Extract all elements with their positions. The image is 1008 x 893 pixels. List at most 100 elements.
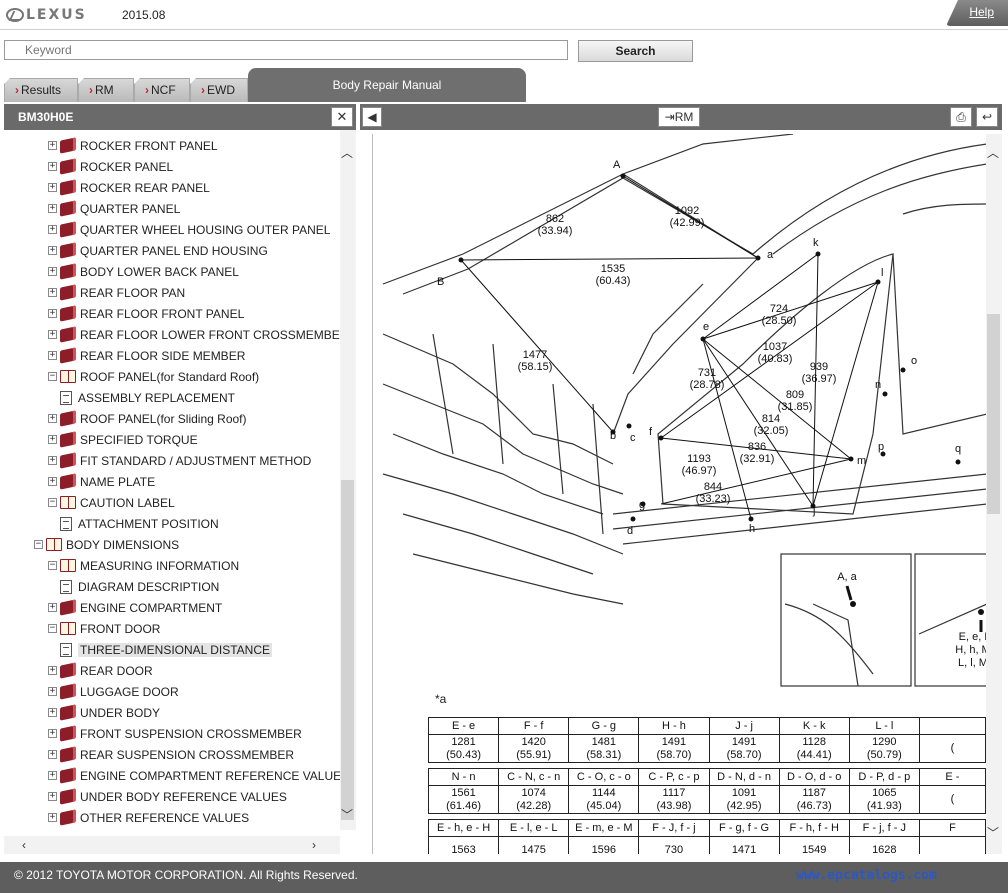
tab-label: Results (21, 83, 62, 97)
tree-item[interactable]: + ROCKER REAR PANEL (48, 177, 210, 198)
tree-horizontal-scrollbar[interactable] (4, 836, 340, 854)
tree-item[interactable]: + QUARTER PANEL (48, 198, 180, 219)
expand-icon[interactable]: + (48, 330, 57, 339)
tree-item[interactable]: + QUARTER WHEEL HOUSING OUTER PANEL (48, 219, 330, 240)
scroll-up-icon[interactable]: ︿ (341, 144, 353, 161)
scroll-down-icon[interactable]: ﹀ (987, 824, 999, 841)
expand-icon[interactable]: + (48, 477, 57, 486)
expand-icon[interactable]: + (48, 351, 57, 360)
table-header-cell: E - h, e - H (427, 819, 500, 837)
keyword-input[interactable] (4, 40, 568, 60)
tree-item[interactable]: + ROOF PANEL(for Sliding Roof) (48, 408, 247, 429)
scrollbar-thumb[interactable] (341, 480, 354, 820)
tree-item[interactable]: + REAR FLOOR SIDE MEMBER (48, 345, 245, 366)
tree-item[interactable]: + ENGINE COMPARTMENT (48, 597, 222, 618)
tree-item[interactable]: + UNDER BODY REFERENCE VALUES (48, 786, 287, 807)
tree-item[interactable]: − MEASURING INFORMATION (48, 555, 239, 576)
expand-icon[interactable]: + (48, 666, 57, 675)
tree-item[interactable]: ATTACHMENT POSITION (58, 513, 219, 534)
tab-ewd[interactable]: › EWD (190, 78, 248, 102)
tree-item[interactable]: + FRONT SUSPENSION CROSSMEMBER (48, 723, 302, 744)
dimension-label: (31.85) (778, 401, 813, 413)
scroll-left-icon[interactable]: ‹ (22, 838, 26, 852)
close-panel-button[interactable]: ✕ (331, 107, 353, 127)
tree-item[interactable]: DIAGRAM DESCRIPTION (58, 576, 219, 597)
point-label: o (911, 355, 917, 367)
tree-item-label: SPECIFIED TORQUE (80, 432, 198, 447)
scroll-up-icon[interactable]: ︿ (987, 144, 999, 161)
scroll-down-icon[interactable]: ﹀ (341, 806, 353, 823)
help-link[interactable]: Help (969, 5, 994, 19)
expand-icon[interactable]: + (48, 750, 57, 759)
tree-item[interactable]: + REAR FLOOR PAN (48, 282, 185, 303)
collapse-icon[interactable]: − (34, 540, 43, 549)
tree-item[interactable]: + OTHER REFERENCE VALUES (48, 807, 249, 828)
closed-book-icon (60, 158, 76, 175)
collapse-icon[interactable]: − (48, 561, 57, 570)
closed-book-icon (60, 284, 76, 301)
tree-item[interactable]: − CAUTION LABEL (48, 492, 175, 513)
point-label: k (813, 237, 819, 249)
jump-to-rm-button[interactable]: ⇥RM (658, 107, 700, 127)
tree-item[interactable]: + ROCKER PANEL (48, 156, 173, 177)
tree-item[interactable]: + REAR SUSPENSION CROSSMEMBER (48, 744, 294, 765)
tree-item[interactable]: THREE-DIMENSIONAL DISTANCE (58, 639, 273, 660)
return-button[interactable]: ↩ (976, 107, 998, 127)
collapse-icon[interactable]: − (48, 498, 57, 507)
expand-icon[interactable]: + (48, 288, 57, 297)
tree-item[interactable]: + REAR FLOOR FRONT PANEL (48, 303, 244, 324)
expand-icon[interactable]: + (48, 687, 57, 696)
tree-item[interactable]: − ROOF PANEL(for Standard Roof) (48, 366, 259, 387)
expand-icon[interactable]: + (48, 225, 57, 234)
expand-icon[interactable]: + (48, 183, 57, 192)
viewer-vertical-scrollbar[interactable] (986, 134, 1002, 854)
tree-item[interactable]: + UNDER BODY (48, 702, 160, 723)
expand-icon[interactable]: + (48, 162, 57, 171)
tree-item[interactable]: + REAR DOOR (48, 660, 153, 681)
back-button[interactable]: ◀ (362, 107, 382, 127)
tree-vertical-scrollbar[interactable] (340, 130, 356, 830)
expand-icon[interactable]: + (48, 729, 57, 738)
tree-item[interactable]: + FIT STANDARD / ADJUSTMENT METHOD (48, 450, 311, 471)
tree-item[interactable]: + ROCKER FRONT PANEL (48, 135, 218, 156)
expand-icon[interactable]: + (48, 309, 57, 318)
tab-results[interactable]: › Results (4, 78, 78, 102)
table-cell: 1549 (778, 836, 850, 854)
search-button[interactable]: Search (578, 40, 693, 62)
expand-icon[interactable]: + (48, 603, 57, 612)
tree-item[interactable]: + NAME PLATE (48, 471, 155, 492)
expand-icon[interactable]: + (48, 813, 57, 822)
expand-icon[interactable]: + (48, 246, 57, 255)
tree-item[interactable]: − BODY DIMENSIONS (34, 534, 179, 555)
scroll-right-icon[interactable]: › (312, 838, 316, 852)
expand-icon[interactable]: + (48, 141, 57, 150)
tree-item[interactable]: + REAR FLOOR LOWER FRONT CROSSMEMBER (48, 324, 340, 345)
value-mm: 1561 (451, 786, 476, 799)
expand-icon[interactable]: + (48, 267, 57, 276)
tab-ncf[interactable]: › NCF (134, 78, 190, 102)
tree-item[interactable]: +PAINTING / COATING (34, 828, 186, 830)
expand-icon[interactable]: + (48, 435, 57, 444)
expand-icon[interactable]: + (48, 708, 57, 717)
tree-item[interactable]: + BODY LOWER BACK PANEL (48, 261, 239, 282)
tree-item[interactable]: + QUARTER PANEL END HOUSING (48, 240, 268, 261)
expand-icon[interactable]: + (48, 792, 57, 801)
print-button[interactable]: ⎙ (950, 107, 972, 127)
point-label: f (649, 426, 653, 438)
tree-item[interactable]: ASSEMBLY REPLACEMENT (58, 387, 235, 408)
tab-body-repair-manual[interactable]: Body Repair Manual (248, 68, 526, 102)
expand-icon[interactable]: + (48, 414, 57, 423)
dimension-label: 1535 (601, 263, 625, 275)
tab-rm[interactable]: › RM (78, 78, 134, 102)
tree-item[interactable]: + ENGINE COMPARTMENT REFERENCE VALUES (48, 765, 340, 786)
expand-icon[interactable]: + (48, 456, 57, 465)
tree-item[interactable]: + LUGGAGE DOOR (48, 681, 179, 702)
scrollbar-thumb[interactable] (987, 314, 1000, 514)
collapse-icon[interactable]: − (48, 372, 57, 381)
tree-item[interactable]: + SPECIFIED TORQUE (48, 429, 198, 450)
collapse-icon[interactable]: − (48, 624, 57, 633)
expand-icon[interactable]: + (48, 771, 57, 780)
tree-item[interactable]: − FRONT DOOR (48, 618, 160, 639)
expand-icon[interactable]: + (48, 204, 57, 213)
version-label: 2015.08 (122, 8, 166, 22)
